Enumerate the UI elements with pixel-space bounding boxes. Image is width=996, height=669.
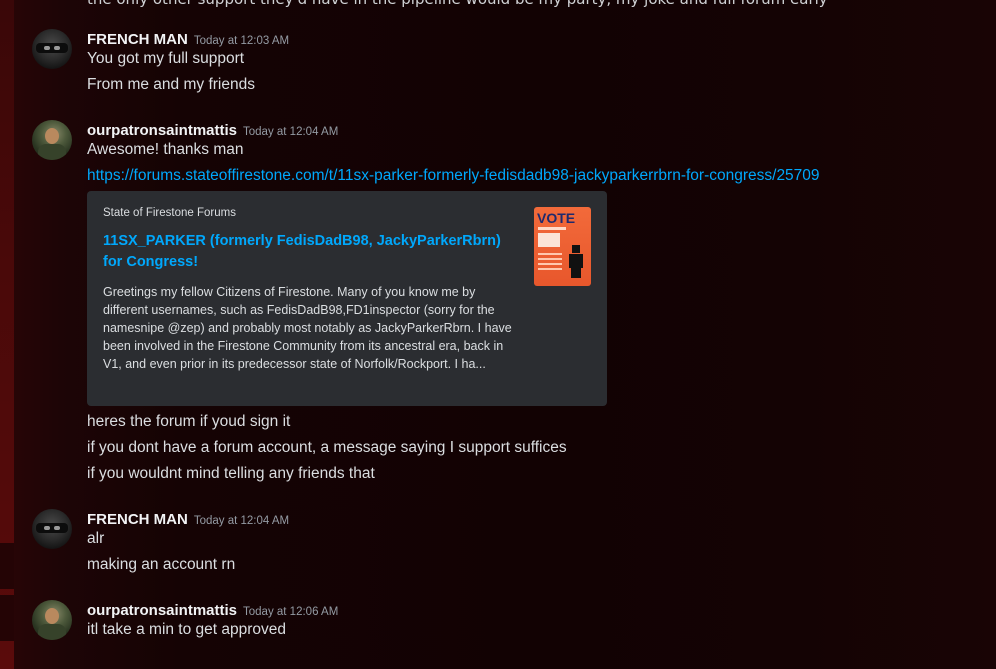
message-text: making an account rn [87,556,236,573]
soldier-avatar-icon[interactable] [32,600,72,640]
left-edge-strip [0,0,14,669]
message-header: ourpatronsaintmattis Today at 12:06 AM [87,600,338,619]
message-header: ourpatronsaintmattis Today at 12:04 AM [87,120,338,139]
left-edge-marker [0,543,14,589]
previous-message-partial: the only other support they'd have in th… [87,0,987,8]
embed-title[interactable]: 11SX_PARKER (formerly FedisDadB98, Jacky… [103,231,518,273]
campaign-poster-icon[interactable]: VOTE [534,207,591,286]
masked-avatar-icon[interactable] [32,29,72,69]
timestamp: Today at 12:03 AM [193,35,290,47]
forum-link[interactable]: https://forums.stateoffirestone.com/t/11… [87,167,820,185]
username[interactable]: ourpatronsaintmattis [87,122,237,139]
username[interactable]: ourpatronsaintmattis [87,602,237,619]
message-text: itl take a min to get approved [87,621,287,638]
username[interactable]: FRENCH MAN [87,511,188,528]
link-embed: State of Firestone Forums 11SX_PARKER (f… [87,191,607,406]
message-text: heres the forum if youd sign it [87,413,291,430]
left-edge-marker [0,595,14,641]
timestamp: Today at 12:04 AM [193,515,290,527]
message-text: if you dont have a forum account, a mess… [87,439,567,456]
message-text: From me and my friends [87,76,255,93]
message-text: if you wouldnt mind telling any friends … [87,465,375,482]
soldier-avatar-icon[interactable] [32,120,72,160]
timestamp: Today at 12:06 AM [243,606,339,618]
message-header: FRENCH MAN Today at 12:04 AM [87,509,289,528]
message-text: alr [87,530,105,547]
message-header: FRENCH MAN Today at 12:03 AM [87,29,289,48]
embed-provider[interactable]: State of Firestone Forums [103,207,236,219]
timestamp: Today at 12:04 AM [243,126,339,138]
message-text: Awesome! thanks man [87,141,244,158]
message-text: You got my full support [87,50,245,67]
username[interactable]: FRENCH MAN [87,31,188,48]
thumbnail-label: VOTE [537,210,576,226]
masked-avatar-icon[interactable] [32,509,72,549]
embed-description: Greetings my fellow Citizens of Fireston… [103,285,512,371]
